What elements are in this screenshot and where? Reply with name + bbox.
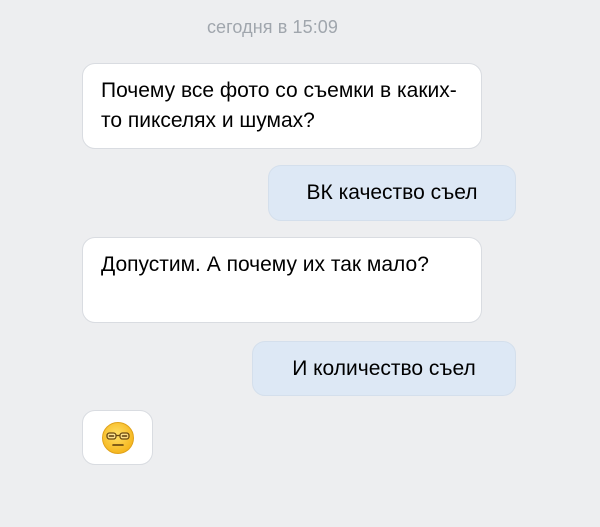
outgoing-message-bubble[interactable]: ВК качество съел [268, 165, 516, 221]
message-date-separator: сегодня в 15:09 [206, 17, 339, 37]
incoming-emoji-message[interactable] [82, 410, 153, 465]
message-text: ВК качество съел [306, 181, 478, 204]
message-text: И количество съел [292, 357, 476, 380]
message-text: Почему все фото со съемки в каких-то пик… [101, 79, 457, 132]
message-text: Допустим. А почему их так мало? [101, 253, 429, 276]
incoming-message-bubble[interactable]: Почему все фото со съемки в каких-то пик… [82, 63, 482, 149]
incoming-message-bubble[interactable]: Допустим. А почему их так мало? [82, 237, 482, 323]
outgoing-message-bubble[interactable]: И количество съел [252, 341, 516, 396]
nerd-glasses-face-emoji-icon [101, 421, 135, 455]
